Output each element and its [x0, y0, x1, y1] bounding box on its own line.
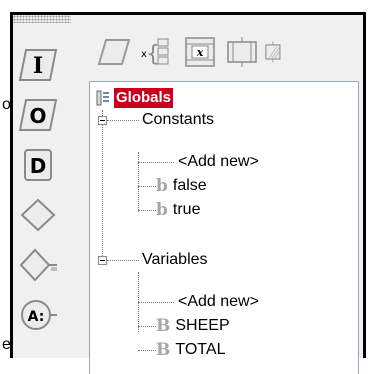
tree-item-label: <Add new>	[178, 153, 259, 170]
toolbar-glyph: x	[196, 46, 204, 59]
tree-group-label: Variables	[142, 251, 208, 268]
tree-item-label: false	[172, 177, 207, 194]
symbols-panel: I O D A: x {x Globals Constants <Add ne…	[10, 12, 366, 374]
tree-item-label: <Add new>	[178, 293, 259, 310]
collapse-variables-toggle[interactable]	[98, 256, 107, 265]
variable-declare-icon: x {	[141, 38, 169, 67]
boolean-marker-icon: b	[156, 200, 168, 220]
tree-group-variables[interactable]: Variables	[142, 248, 208, 272]
hatched-block-button[interactable]	[263, 33, 287, 71]
tree-root-label: Globals	[114, 88, 174, 108]
tree-item-label: TOTAL	[175, 341, 226, 358]
hatched-block-icon	[265, 41, 281, 63]
tree-line	[107, 260, 139, 261]
tree-item-add-constant[interactable]: <Add new>	[178, 150, 259, 174]
palette-glyph: I	[33, 53, 43, 79]
tree-line	[107, 120, 139, 121]
palette-glyph: O	[29, 104, 46, 128]
tree-item-label: true	[172, 201, 201, 218]
boolean-marker-icon: b	[156, 176, 168, 196]
globals-tree: Globals Constants <Add new> b false b tr…	[89, 81, 359, 374]
tree-root[interactable]: Globals	[96, 86, 174, 110]
parallelogram-icon	[97, 39, 131, 65]
tree-item-total[interactable]: B TOTAL	[156, 338, 225, 362]
folder-list-icon	[96, 90, 109, 106]
tree-line	[138, 162, 174, 163]
panel-grip[interactable]	[13, 15, 71, 23]
tree-line	[138, 186, 156, 187]
decision-button[interactable]	[16, 193, 60, 237]
palette-glyph: D	[30, 154, 47, 178]
palette-glyph: A:	[28, 309, 45, 325]
parallelogram-button[interactable]	[97, 33, 131, 71]
declare-statement-icon: D	[24, 149, 52, 181]
input-statement-button[interactable]: I	[16, 43, 60, 87]
variable-declare-button[interactable]: x {	[137, 33, 171, 71]
tree-item-add-variable[interactable]: <Add new>	[178, 290, 259, 314]
tree-group-label: Constants	[142, 111, 215, 128]
tree-line	[138, 210, 156, 211]
tree-line	[138, 326, 156, 327]
call-procedure-button[interactable]	[225, 33, 259, 71]
output-statement-button[interactable]: O	[16, 93, 60, 137]
output-statement-icon: O	[18, 99, 58, 131]
decision-icon	[20, 198, 56, 232]
tree-item-true[interactable]: b true	[156, 198, 200, 222]
loop-button[interactable]	[16, 243, 60, 287]
assign-x-button[interactable]: x	[183, 33, 217, 71]
tree-line	[138, 350, 156, 351]
variable-marker-icon: B	[156, 340, 171, 360]
declare-statement-button[interactable]: D	[16, 143, 60, 187]
tree-item-false[interactable]: b false	[156, 174, 207, 198]
assign-statement-icon: A:	[21, 300, 57, 330]
call-procedure-icon	[227, 37, 257, 67]
assign-statement-button[interactable]: A:	[16, 293, 60, 337]
assign-x-icon: x	[185, 37, 215, 67]
tree-line	[102, 110, 103, 260]
tree-item-label: SHEEP	[175, 317, 230, 334]
tree-line	[138, 152, 139, 212]
tree-line	[138, 302, 174, 303]
collapse-constants-toggle[interactable]	[98, 116, 107, 125]
tree-item-sheep[interactable]: B SHEEP	[156, 314, 230, 338]
loop-decision-icon	[19, 248, 57, 282]
variable-marker-icon: B	[156, 316, 171, 336]
input-statement-icon: I	[18, 49, 58, 81]
tree-group-constants[interactable]: Constants	[142, 108, 214, 132]
